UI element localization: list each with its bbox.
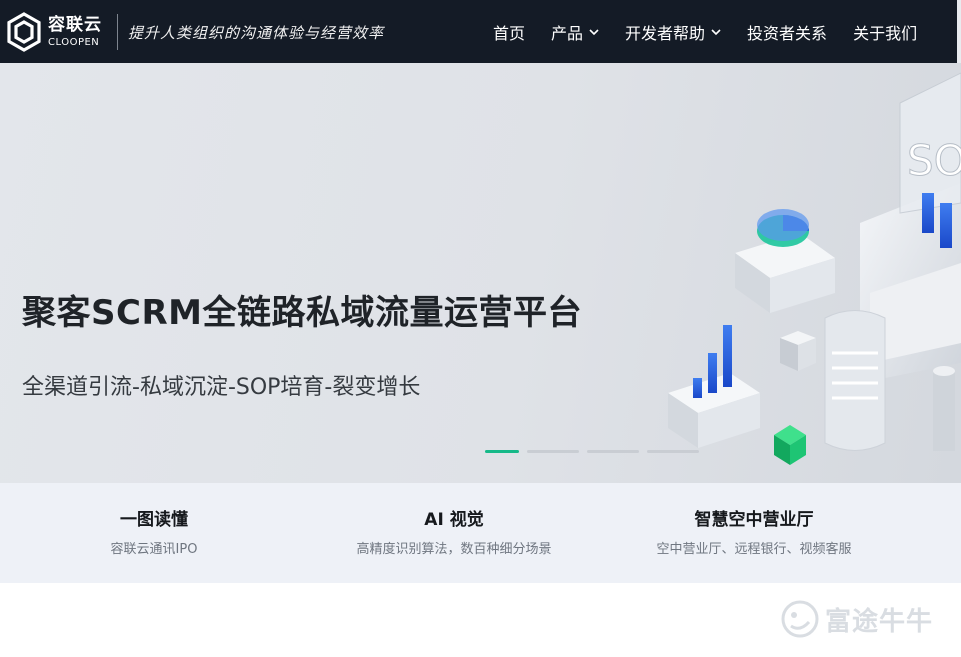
brand-slogan: 提升人类组织的沟通体验与经营效率 [128,24,385,42]
feature-desc: 容联云通讯IPO [110,542,198,557]
feature-title: 智慧空中营业厅 [694,510,814,530]
header-divider [117,14,118,50]
nav-home[interactable]: 首页 [493,20,525,44]
chevron-down-icon [589,28,599,35]
banner-title: 聚客SCRM全链路私域流量运营平台 [22,293,582,333]
main-nav: 首页 产品 开发者帮助 投资者关系 关于我们 [493,0,917,63]
feature-desc: 空中营业厅、远程银行、视频客服 [656,542,852,557]
cloopen-logo-icon [7,12,41,52]
nav-investor-relations[interactable]: 投资者关系 [747,20,827,44]
feature-desc: 高精度识别算法，数百种细分场景 [356,542,552,557]
brand-logo[interactable]: 容联云 CLOOPEN [6,12,116,52]
futu-logo-icon [781,600,819,638]
header-edge-strip [957,0,961,63]
nav-about-us[interactable]: 关于我们 [853,20,917,44]
feature-smart-hall[interactable]: 智慧空中营业厅 空中营业厅、远程银行、视频客服 [604,505,904,557]
logo-name-en: CLOOPEN [48,36,100,48]
logo-name-cn: 容联云 [48,14,102,35]
carousel-dot-4[interactable] [647,450,699,453]
feature-title: 一图读懂 [120,510,188,530]
feature-ai-vision[interactable]: AI 视觉 高精度识别算法，数百种细分场景 [304,505,604,557]
top-header: 容联云 CLOOPEN 提升人类组织的沟通体验与经营效率 首页 产品 开发者帮助… [0,0,961,63]
carousel-indicators [485,450,707,453]
banner-illustration: SO [668,72,961,465]
feature-strip: 一图读懂 容联云通讯IPO AI 视觉 高精度识别算法，数百种细分场景 智慧空中… [0,483,961,583]
carousel-dot-1[interactable] [485,450,519,453]
banner-subtitle: 全渠道引流-私域沉淀-SOP培育-裂变增长 [22,375,421,400]
nav-home-label: 首页 [493,23,526,43]
chevron-down-icon [711,28,721,35]
nav-products[interactable]: 产品 [551,20,599,44]
banner-art-text: SO [907,136,961,185]
nav-developer-help[interactable]: 开发者帮助 [625,20,721,44]
carousel-dot-2[interactable] [527,450,579,453]
nav-developer-help-label: 开发者帮助 [625,23,706,43]
feature-ipo[interactable]: 一图读懂 容联云通讯IPO [4,505,304,557]
nav-investor-relations-label: 投资者关系 [747,23,828,43]
feature-title: AI 视觉 [424,510,484,530]
futu-watermark: 富途牛牛 [781,600,933,638]
carousel-dot-3[interactable] [587,450,639,453]
nav-products-label: 产品 [551,23,584,43]
nav-about-us-label: 关于我们 [853,23,918,43]
watermark-text: 富途牛牛 [825,606,934,637]
